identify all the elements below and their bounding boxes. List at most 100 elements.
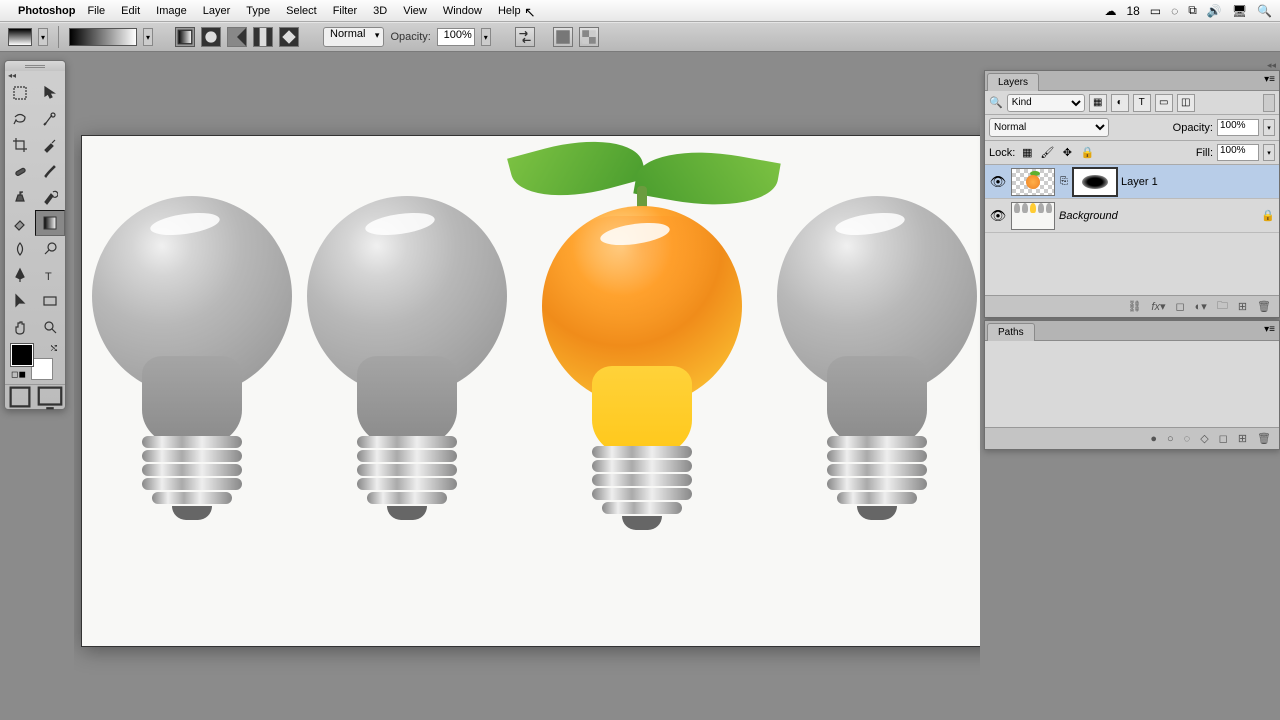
layer-name[interactable]: Background xyxy=(1059,210,1118,222)
paths-tab[interactable]: Paths xyxy=(987,323,1035,341)
fill-path-icon[interactable]: ● xyxy=(1150,433,1157,445)
clone-stamp-tool[interactable] xyxy=(5,184,35,210)
foreground-color[interactable] xyxy=(11,344,33,366)
volume-icon[interactable]: 🔊 xyxy=(1207,4,1222,18)
menu-layer[interactable]: Layer xyxy=(203,5,231,17)
mask-link-icon[interactable]: ⎘ xyxy=(1059,176,1069,187)
gradient-picker-dropdown[interactable]: ▾ xyxy=(143,28,153,46)
opacity-field[interactable]: 100% xyxy=(437,28,475,46)
path-select-tool[interactable] xyxy=(5,288,35,314)
layer-thumbnail[interactable] xyxy=(1011,168,1055,196)
cloud-sync-icon[interactable]: ☁ xyxy=(1104,4,1116,18)
gradient-radial-button[interactable] xyxy=(201,27,221,47)
new-path-icon[interactable]: ⊞ xyxy=(1238,432,1247,445)
panel-menu-icon[interactable]: ▾≡ xyxy=(1264,324,1275,335)
menu-view[interactable]: View xyxy=(403,5,427,17)
dither-button[interactable] xyxy=(553,27,573,47)
spotlight-icon[interactable]: 🔍 xyxy=(1257,4,1272,18)
sync-icon[interactable]: ◌ xyxy=(1171,4,1178,18)
layer-blend-select[interactable]: Normal xyxy=(989,118,1109,137)
stroke-path-icon[interactable]: ○ xyxy=(1167,433,1174,445)
layer-mask-thumbnail[interactable] xyxy=(1073,168,1117,196)
eraser-tool[interactable] xyxy=(5,210,35,236)
blend-mode-select[interactable]: Normal xyxy=(323,27,384,47)
history-brush-tool[interactable] xyxy=(35,184,65,210)
lasso-tool[interactable] xyxy=(5,106,35,132)
menu-help[interactable]: Help xyxy=(498,5,521,17)
add-mask-icon[interactable]: ◻ xyxy=(1176,300,1185,313)
dropbox-icon[interactable]: ⧉ xyxy=(1188,3,1197,18)
visibility-toggle[interactable]: 👁 xyxy=(989,174,1007,190)
app-name[interactable]: Photoshop xyxy=(18,5,75,17)
zoom-tool[interactable] xyxy=(35,314,65,340)
lock-all-icon[interactable]: 🔒 xyxy=(1079,145,1095,161)
layer-row[interactable]: 👁 ⎘ Layer 1 xyxy=(985,165,1279,199)
delete-path-icon[interactable]: 🗑 xyxy=(1257,432,1271,445)
panel-collapse-icon[interactable]: ◂◂ xyxy=(1267,60,1276,71)
transparency-button[interactable] xyxy=(579,27,599,47)
filter-search-icon[interactable]: 🔍 xyxy=(989,96,1003,109)
gradient-diamond-button[interactable] xyxy=(279,27,299,47)
healing-brush-tool[interactable] xyxy=(5,158,35,184)
move-tool[interactable] xyxy=(35,80,65,106)
menu-file[interactable]: File xyxy=(87,5,105,17)
path-to-selection-icon[interactable]: ◌ xyxy=(1184,433,1191,445)
tools-collapse-icon[interactable]: ◂◂ xyxy=(5,71,65,80)
menu-filter[interactable]: Filter xyxy=(333,5,357,17)
filter-kind-select[interactable]: Kind xyxy=(1007,94,1085,112)
gradient-tool-icon[interactable] xyxy=(8,28,32,46)
lock-position-icon[interactable]: ✥ xyxy=(1059,145,1075,161)
menu-edit[interactable]: Edit xyxy=(121,5,140,17)
menu-select[interactable]: Select xyxy=(286,5,317,17)
hand-tool[interactable] xyxy=(5,314,35,340)
lock-transparency-icon[interactable]: ▦ xyxy=(1019,145,1035,161)
filter-toggle[interactable] xyxy=(1263,94,1275,112)
fill-dropdown[interactable]: ▾ xyxy=(1263,144,1275,161)
menu-image[interactable]: Image xyxy=(156,5,187,17)
layers-tab[interactable]: Layers xyxy=(987,73,1039,91)
link-layers-icon[interactable]: ⛓ xyxy=(1127,300,1141,313)
filter-smart-icon[interactable]: ◫ xyxy=(1177,94,1195,112)
tools-drag-handle[interactable] xyxy=(5,61,65,71)
gradient-linear-button[interactable] xyxy=(175,27,195,47)
gradient-tool[interactable] xyxy=(35,210,65,236)
opacity-dropdown[interactable]: ▾ xyxy=(481,28,491,46)
display-icon[interactable]: ▭ xyxy=(1150,4,1161,18)
rectangle-tool[interactable] xyxy=(35,288,65,314)
swap-colors-icon[interactable]: ⤭ xyxy=(51,344,57,354)
monitor-icon[interactable]: 🖥 xyxy=(1232,4,1247,18)
layer-opacity-dropdown[interactable]: ▾ xyxy=(1263,119,1275,136)
canvas[interactable] xyxy=(82,136,980,646)
layer-thumbnail[interactable] xyxy=(1011,202,1055,230)
layer-opacity-field[interactable]: 100% xyxy=(1217,119,1259,136)
menu-3d[interactable]: 3D xyxy=(373,5,387,17)
new-layer-icon[interactable]: ⊞ xyxy=(1238,300,1247,313)
layer-row[interactable]: 👁 Background 🔒 xyxy=(985,199,1279,233)
new-group-icon[interactable]: 🗀 xyxy=(1217,297,1228,316)
crop-tool[interactable] xyxy=(5,132,35,158)
panel-menu-icon[interactable]: ▾≡ xyxy=(1264,74,1275,85)
menu-type[interactable]: Type xyxy=(246,5,270,17)
background-color[interactable] xyxy=(31,358,53,380)
filter-type-icon[interactable]: T xyxy=(1133,94,1151,112)
layer-name[interactable]: Layer 1 xyxy=(1121,176,1158,188)
reverse-gradient-button[interactable] xyxy=(515,27,535,47)
screen-mode-button[interactable] xyxy=(35,385,65,409)
gradient-preview[interactable] xyxy=(69,28,137,46)
quick-select-tool[interactable] xyxy=(35,106,65,132)
filter-adjust-icon[interactable]: ◐ xyxy=(1111,94,1129,112)
dodge-tool[interactable] xyxy=(35,236,65,262)
marquee-tool[interactable] xyxy=(5,80,35,106)
tool-preset-dropdown[interactable]: ▾ xyxy=(38,28,48,46)
brush-tool[interactable] xyxy=(35,158,65,184)
blur-tool[interactable] xyxy=(5,236,35,262)
gradient-reflected-button[interactable] xyxy=(253,27,273,47)
filter-shape-icon[interactable]: ▭ xyxy=(1155,94,1173,112)
layer-locked-icon[interactable]: 🔒 xyxy=(1261,209,1275,222)
filter-pixel-icon[interactable]: ▦ xyxy=(1089,94,1107,112)
selection-to-path-icon[interactable]: ◇ xyxy=(1200,432,1208,445)
menu-window[interactable]: Window xyxy=(443,5,482,17)
add-mask-path-icon[interactable]: ◻ xyxy=(1219,432,1228,445)
eyedropper-tool[interactable] xyxy=(35,132,65,158)
delete-layer-icon[interactable]: 🗑 xyxy=(1257,300,1271,313)
